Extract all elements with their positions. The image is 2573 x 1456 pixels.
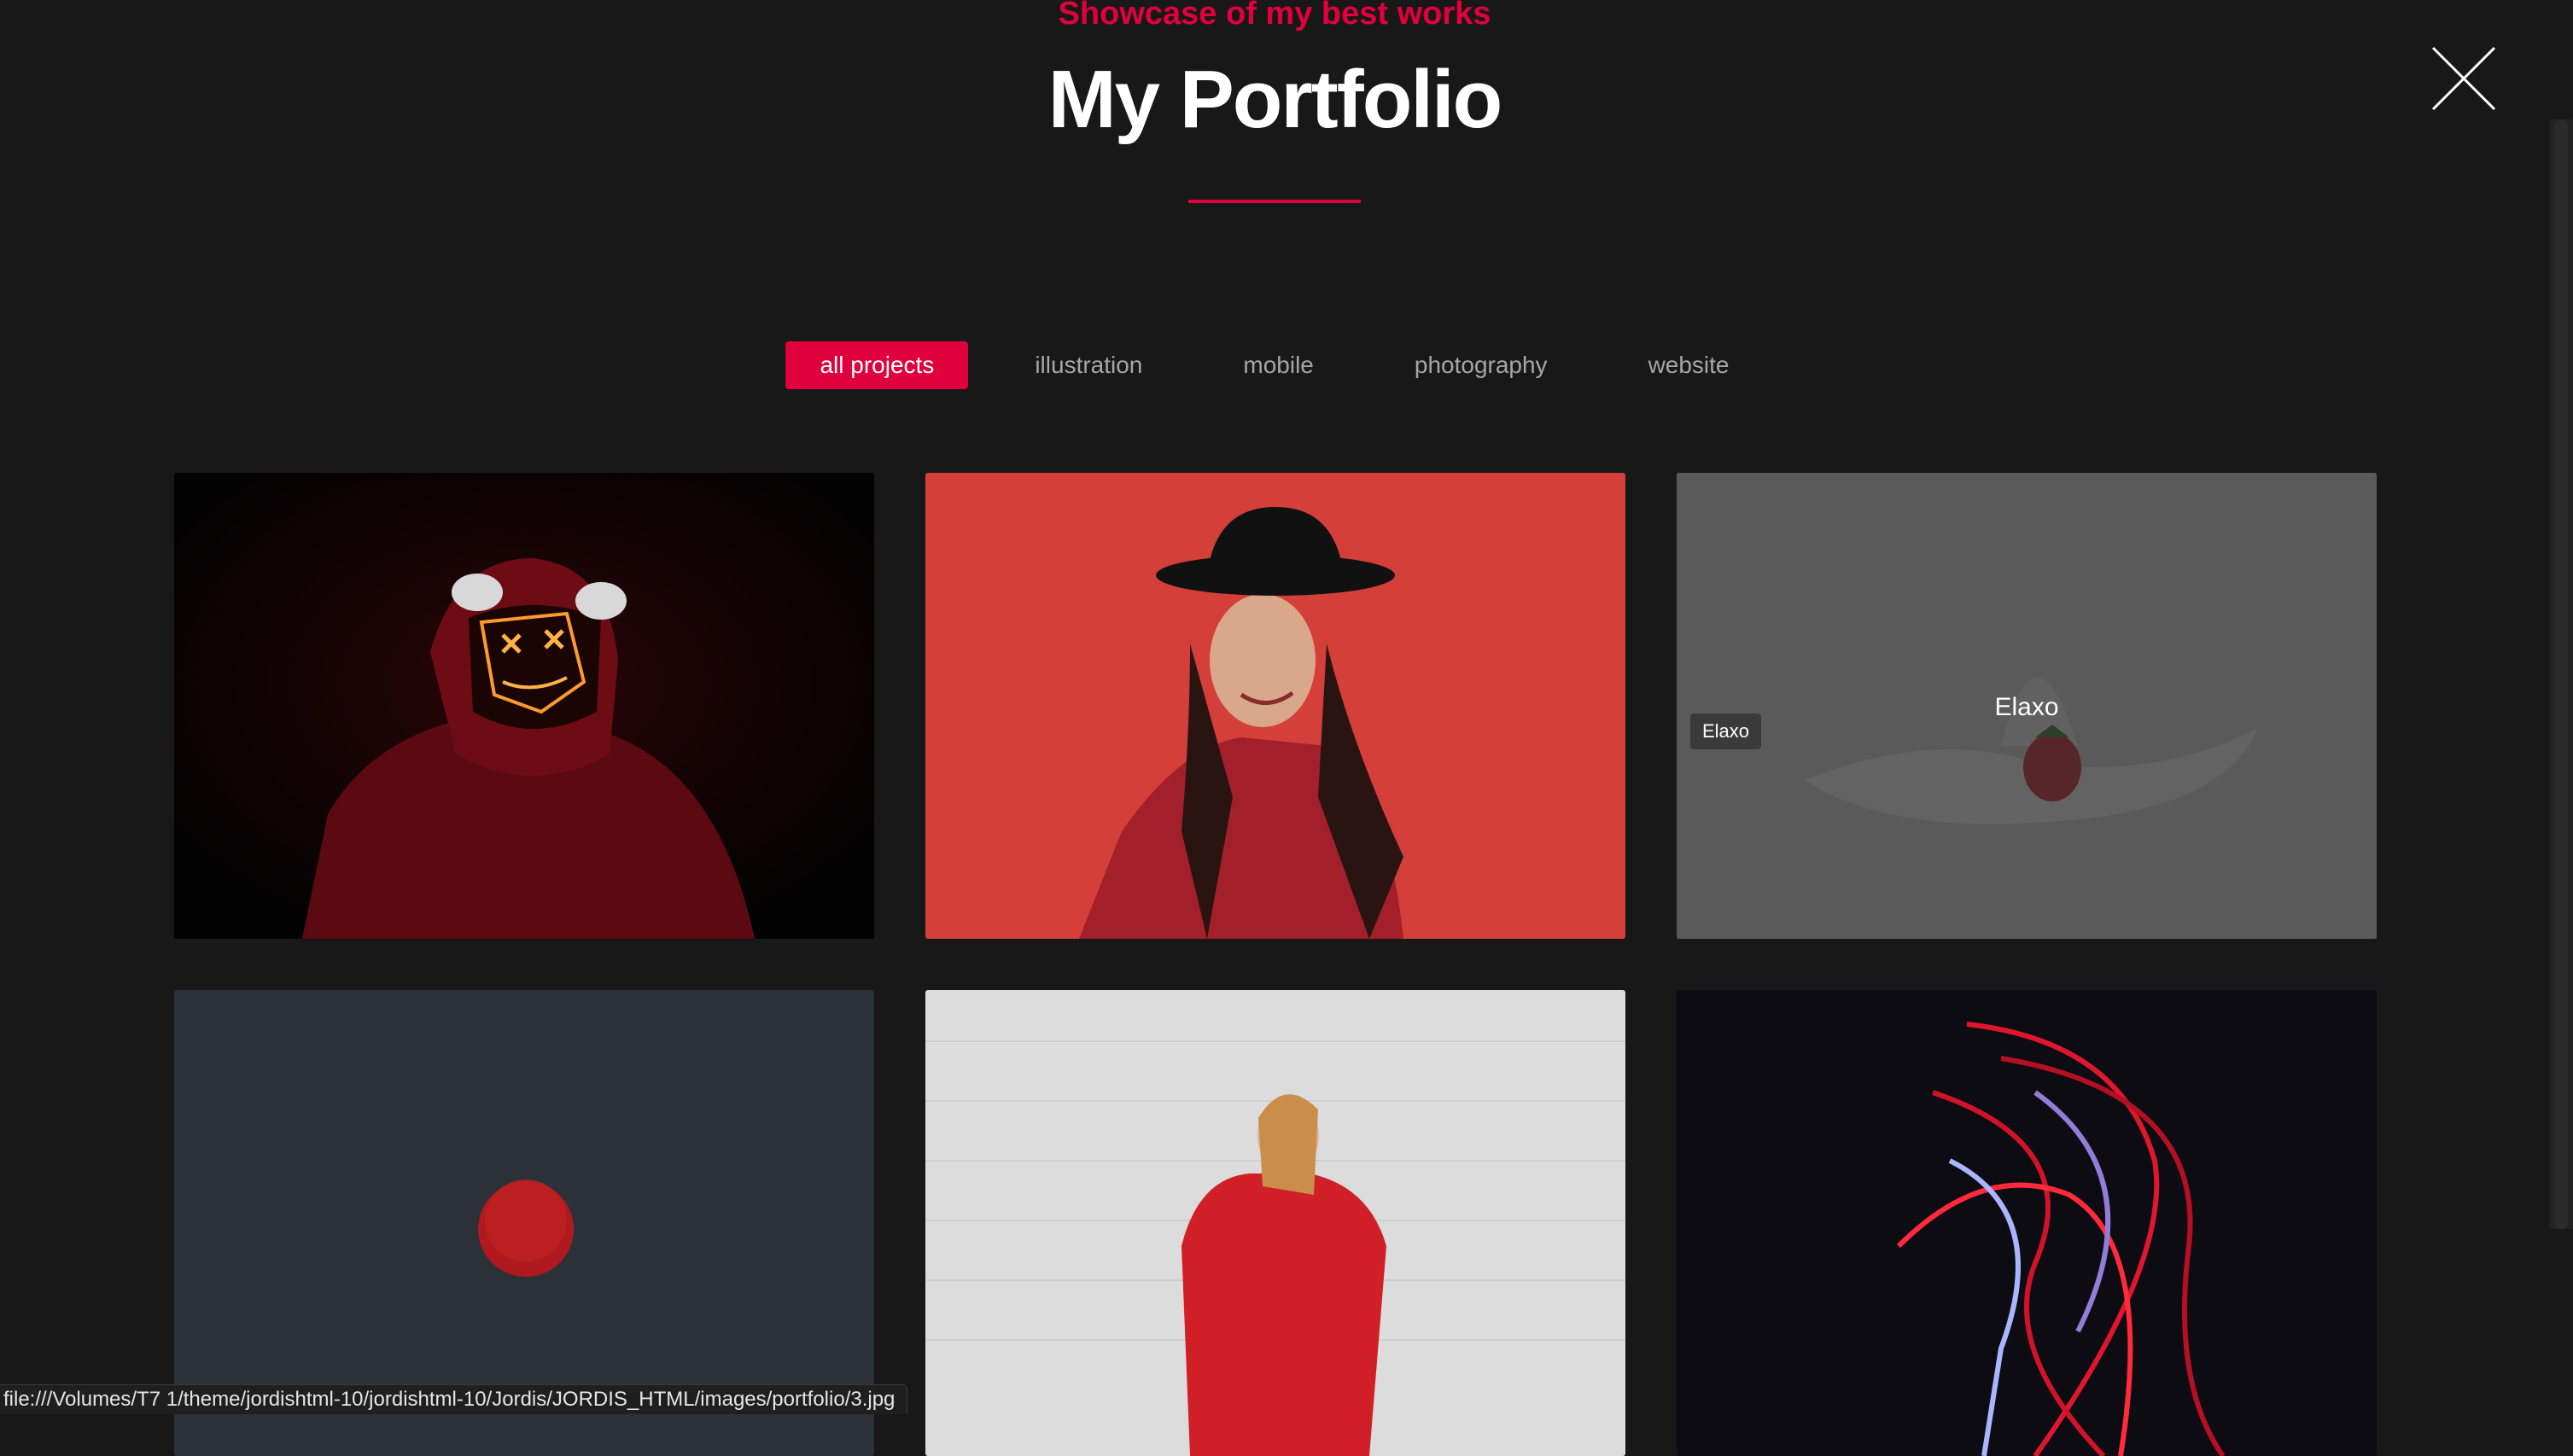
page-title: My Portfolio bbox=[1047, 54, 1503, 145]
portfolio-image-light-trails bbox=[1677, 990, 2377, 1456]
filter-nav: all projects illustration mobile photogr… bbox=[0, 341, 2549, 389]
close-button[interactable] bbox=[2430, 44, 2498, 113]
portfolio-item[interactable] bbox=[925, 473, 1625, 939]
portfolio-subtitle: Showcase of my best works bbox=[1058, 0, 1491, 32]
portfolio-item-caption: Elaxo bbox=[1994, 693, 2059, 721]
scrollbar[interactable] bbox=[2549, 119, 2573, 1229]
portfolio-image-hooded-figure bbox=[174, 473, 874, 939]
close-icon bbox=[2431, 46, 2496, 111]
portfolio-image-woman-red-jacket bbox=[925, 473, 1625, 939]
scrollbar-thumb[interactable] bbox=[2554, 119, 2568, 1229]
portfolio-item[interactable] bbox=[1677, 990, 2377, 1456]
portfolio-item[interactable] bbox=[174, 473, 874, 939]
portfolio-item[interactable]: Elaxo Elaxo bbox=[1677, 473, 2377, 939]
portfolio-item[interactable] bbox=[925, 990, 1625, 1456]
filter-mobile[interactable]: mobile bbox=[1209, 341, 1347, 389]
filter-photography[interactable]: photography bbox=[1380, 341, 1582, 389]
filter-all-projects[interactable]: all projects bbox=[785, 341, 969, 389]
status-bar-url: file:///Volumes/T7 1/theme/jordishtml-10… bbox=[0, 1384, 908, 1414]
filter-website[interactable]: website bbox=[1614, 341, 1764, 389]
title-divider bbox=[1188, 200, 1361, 203]
portfolio-image-tomato-soup-sweater bbox=[925, 990, 1625, 1456]
filter-illustration[interactable]: illustration bbox=[1001, 341, 1176, 389]
